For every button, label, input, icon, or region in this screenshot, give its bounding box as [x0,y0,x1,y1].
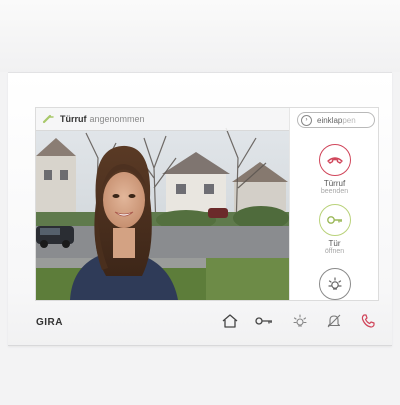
phone-icon [361,314,375,328]
collapse-label: einklap [317,115,343,125]
status-title: Türruf [60,114,87,124]
end-call-sublabel: beenden [320,188,349,195]
end-call-label: Türruf [323,179,346,188]
light-button[interactable] [290,268,378,300]
key-icon [255,317,272,325]
chevron-right-icon: › [301,114,312,126]
open-door-sublabel: öffnen [324,248,345,255]
home-icon [222,314,238,328]
intercom-device: Türruf angenommen › einklappen Türruf be… [8,72,392,346]
collapse-label-faded: pen [342,115,356,125]
key-icon [318,204,351,236]
phone-button[interactable] [358,311,378,331]
light-icon [293,314,307,327]
light-icon [318,268,351,300]
touch-screen: Türruf angenommen › einklappen Türruf be… [35,107,379,301]
side-panel: › einklappen Türruf beenden Tür öffnen [289,108,378,300]
end-call-button[interactable]: Türruf beenden [290,144,378,196]
phone-hangup-icon [318,144,351,176]
door-key-button[interactable] [254,311,274,331]
open-door-button[interactable]: Tür öffnen [290,204,378,256]
mute-bell-button[interactable] [324,311,344,331]
light-hw-button[interactable] [290,311,310,331]
open-door-label: Tür [328,239,341,248]
status-state: angenommen [89,114,145,124]
wall-background [0,0,400,72]
mute-bell-icon [327,314,341,328]
collapse-button[interactable]: › einklappen [297,112,375,128]
brand-logo: GIRA [36,317,63,328]
call-status-bar: Türruf angenommen [36,108,289,131]
home-button[interactable] [220,311,240,331]
door-call-icon [42,114,58,124]
camera-video-feed [36,108,289,300]
